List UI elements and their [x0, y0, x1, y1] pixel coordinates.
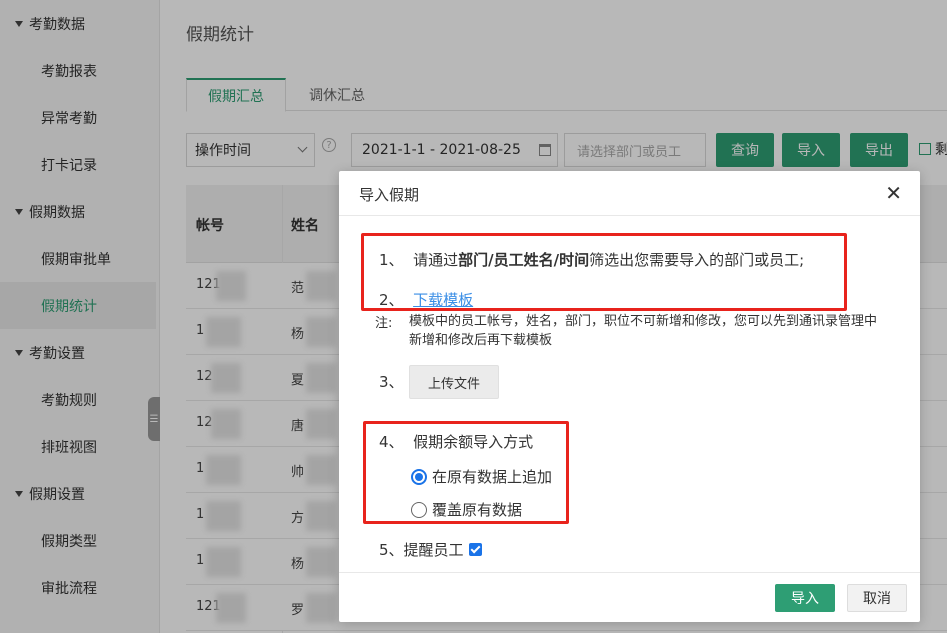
import-leave-dialog: 导入假期 ✕ 1、 请通过部门/员工姓名/时间筛选出您需要导入的部门或员工; 2…: [339, 171, 920, 622]
dialog-title: 导入假期: [359, 186, 420, 204]
highlight-box-steps-1-2: [361, 233, 847, 311]
step-5-remind: 5、提醒员工: [379, 539, 482, 560]
dialog-footer: 导入 取消: [339, 572, 920, 622]
dialog-header: 导入假期 ✕: [339, 171, 920, 216]
step-3-number: 3、: [379, 373, 404, 391]
close-icon[interactable]: ✕: [885, 183, 902, 203]
remind-employee-checkbox[interactable]: [468, 543, 482, 556]
dialog-import-button[interactable]: 导入: [775, 584, 835, 612]
upload-file-button[interactable]: 上传文件: [409, 365, 499, 399]
note-label: 注:: [375, 316, 393, 331]
highlight-box-step-4: [363, 421, 569, 524]
note-text: 模板中的员工帐号，姓名，部门，职位不可新增和修改，您可以先到通讯录管理中新增和修…: [409, 314, 878, 348]
dialog-cancel-button[interactable]: 取消: [847, 584, 907, 612]
